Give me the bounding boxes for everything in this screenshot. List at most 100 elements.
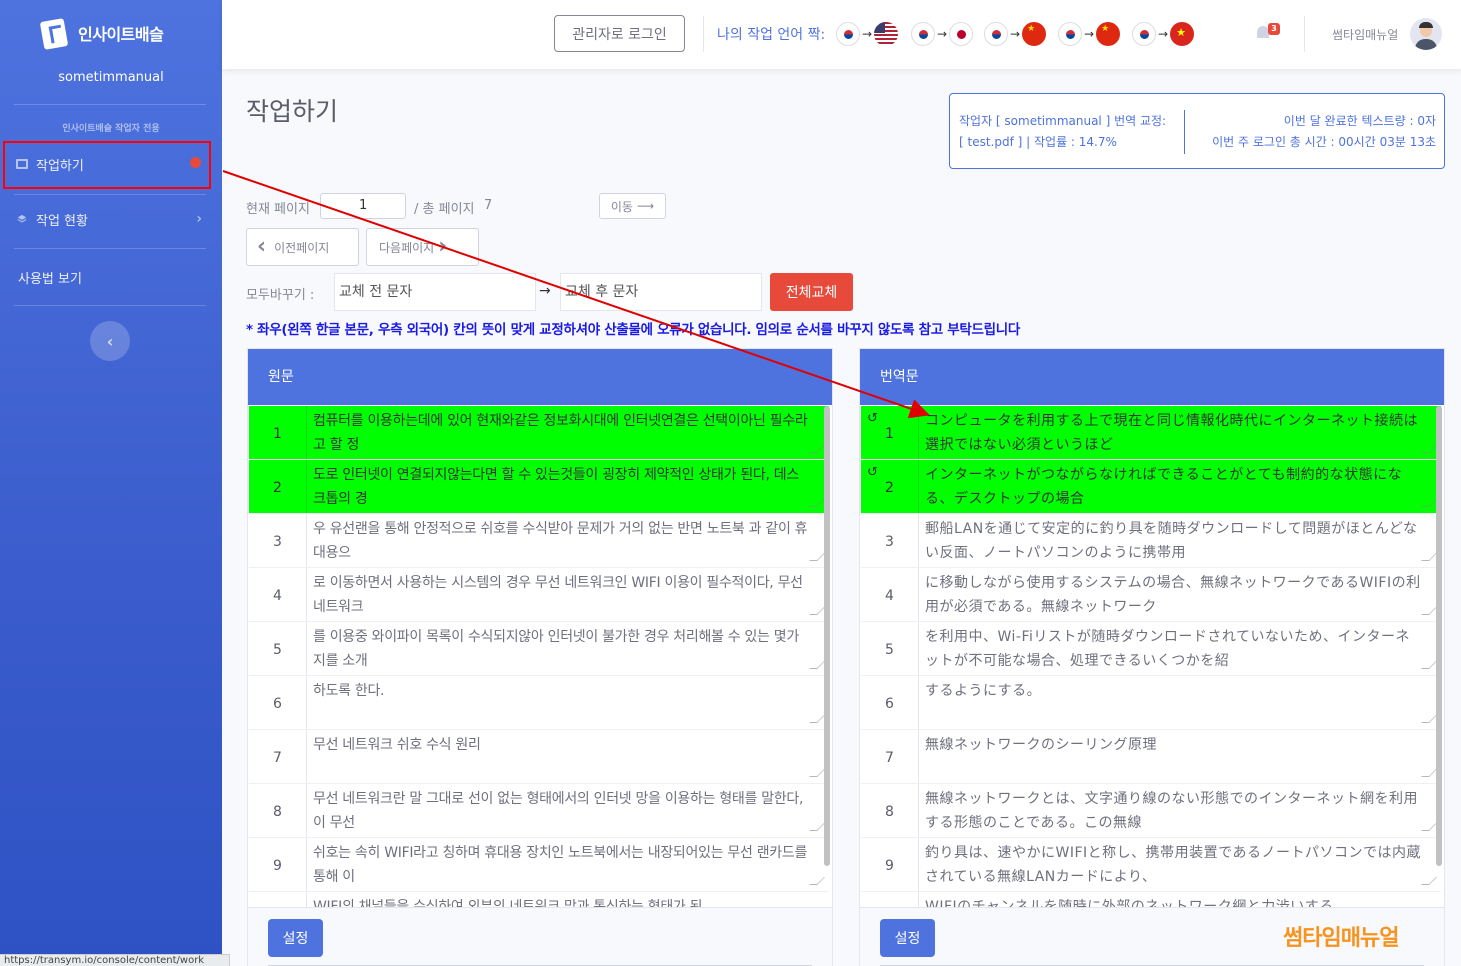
- total-page-label: / 총 페이지: [414, 202, 475, 217]
- history-icon[interactable]: ↺: [867, 411, 878, 426]
- translation-textarea[interactable]: 郵船LANを通じて安定的に釣り具を随時ダウンロードして問題がほとんどない反面、ノ…: [918, 514, 1441, 567]
- avatar[interactable]: [1410, 18, 1442, 50]
- sidebar-toggle-button[interactable]: ‹: [90, 321, 130, 361]
- row-number: 3: [861, 514, 918, 567]
- scrollbar[interactable]: [1436, 406, 1442, 866]
- resize-handle-icon[interactable]: [809, 715, 825, 723]
- replace-all-label: 모두바꾸기 :: [246, 288, 315, 303]
- resize-handle-icon[interactable]: [809, 553, 825, 561]
- source-textarea[interactable]: 하도록 한다.: [306, 676, 829, 729]
- resize-handle-icon[interactable]: [1421, 607, 1437, 615]
- translation-textarea[interactable]: するようにする。: [918, 676, 1441, 729]
- source-card: 원문 1 컴퓨터를 이용하는데에 있어 현재와같은 정보화시대에 인터넷연결은 선…: [247, 348, 833, 966]
- source-textarea[interactable]: 무선 네트워크란 말 그대로 선이 없는 형태에서의 인터넷 망을 이용하는 형…: [306, 784, 829, 837]
- source-textarea[interactable]: 로 이동하면서 사용하는 시스템의 경우 무선 네트워크인 WIFI 이용이 필…: [306, 568, 829, 621]
- resize-handle-icon[interactable]: [809, 445, 825, 453]
- translation-textarea[interactable]: 無線ネットワークとは、文字通り線のない形態でのインターネット網を利用する形態のこ…: [918, 784, 1441, 837]
- move-page-button[interactable]: 이동 ⟶: [599, 193, 666, 219]
- source-settings-button[interactable]: 설정: [268, 919, 323, 957]
- brand[interactable]: 인사이트배슬: [38, 18, 164, 50]
- source-textarea[interactable]: 무선 네트워크 쉬호 수식 원리: [306, 730, 829, 783]
- table-row: 4 に移動しながら使用するシステムの場合、無線ネットワークであるWIFIの利用が必…: [861, 568, 1441, 622]
- resize-handle-icon[interactable]: [809, 823, 825, 831]
- segment-text: 釣り具は、速やかにWIFIと称し、携帯用装置であるノートパソコンでは内蔵されてい…: [925, 845, 1422, 885]
- flag-kr-icon: [836, 22, 860, 46]
- resize-handle-icon[interactable]: [1421, 499, 1437, 507]
- translation-textarea[interactable]: を利用中、Wi-Fiリストが随時ダウンロードされていないため、インターネットが不…: [918, 622, 1441, 675]
- translation-textarea[interactable]: 無線ネットワークのシーリング原理: [918, 730, 1441, 783]
- resize-handle-icon[interactable]: [1421, 445, 1437, 453]
- row-number: 4: [249, 568, 306, 621]
- flag-kr-icon: [911, 22, 935, 46]
- translation-textarea[interactable]: インターネットがつながらなければできることがとても制約的な状態になる、デスクトッ…: [918, 460, 1441, 513]
- row-number-label: 9: [885, 858, 894, 874]
- resize-handle-icon[interactable]: [809, 769, 825, 777]
- row-number: 7: [861, 730, 918, 783]
- notification-badge: 3: [1268, 23, 1280, 35]
- row-number-label: 8: [885, 804, 894, 820]
- resize-handle-icon[interactable]: [809, 499, 825, 507]
- resize-handle-icon[interactable]: [809, 607, 825, 615]
- divider: [14, 194, 206, 195]
- replace-after-input[interactable]: 교체 후 문자: [560, 273, 762, 311]
- translation-textarea[interactable]: コンピュータを利用する上で現在と同じ情報化時代にインターネット接続は選択ではない…: [918, 406, 1441, 459]
- admin-login-button[interactable]: 관리자로 로그인: [554, 15, 685, 52]
- row-number: 5: [861, 622, 918, 675]
- sidebar-item-status[interactable]: 작업 현황 ›: [0, 197, 222, 241]
- resize-handle-icon[interactable]: [809, 877, 825, 885]
- target-settings-button[interactable]: 설정: [880, 919, 935, 957]
- flag-vn-icon: [1170, 22, 1195, 46]
- next-page-button[interactable]: 다음페이지 ›: [366, 228, 479, 266]
- replace-all-button[interactable]: 전체교체: [770, 273, 853, 311]
- page-title: 작업하기: [246, 97, 339, 126]
- source-textarea[interactable]: 쉬호는 속히 WIFI라고 칭하며 휴대용 장치인 노트북에서는 내장되어있는 …: [306, 838, 829, 891]
- segment-text: 도로 인터넷이 연결되지않는다면 할 수 있는것들이 굉장히 제약적인 상태가 …: [313, 467, 799, 507]
- table-row: 1 컴퓨터를 이용하는데에 있어 현재와같은 정보화시대에 인터넷연결은 선택이아…: [249, 406, 829, 460]
- resize-handle-icon[interactable]: [1421, 661, 1437, 669]
- segment-text: WIFI의 채널들을 수식하여 외부의 네트워크 망과 통신하는 형태가 된: [313, 899, 703, 907]
- source-textarea[interactable]: 도로 인터넷이 연결되지않는다면 할 수 있는것들이 굉장히 제약적인 상태가 …: [306, 460, 829, 513]
- table-row: ↺ 2 インターネットがつながらなければできることがとても制約的な状態になる、デスク…: [861, 460, 1441, 514]
- resize-handle-icon[interactable]: [1421, 769, 1437, 777]
- brand-logo-icon: [38, 18, 70, 50]
- table-row: 7 無線ネットワークのシーリング原理: [861, 730, 1441, 784]
- source-textarea[interactable]: WIFI의 채널들을 수식하여 외부의 네트워크 망과 통신하는 형태가 된: [306, 892, 829, 907]
- resize-handle-icon[interactable]: [1421, 877, 1437, 885]
- translation-textarea[interactable]: に移動しながら使用するシステムの場合、無線ネットワークであるWIFIの利用が必須…: [918, 568, 1441, 621]
- flag-kr-icon: [984, 22, 1008, 46]
- brand-name: 인사이트배슬: [78, 25, 164, 44]
- source-textarea[interactable]: 를 이용중 와이파이 목록이 수식되지않아 인터넷이 불가한 경우 처리해볼 수…: [306, 622, 829, 675]
- prev-page-button[interactable]: ‹ 이전페이지: [246, 228, 359, 266]
- resize-handle-icon[interactable]: [809, 661, 825, 669]
- current-page-input[interactable]: 1: [320, 193, 406, 219]
- lang-pair-ko-zh: →: [984, 22, 1047, 46]
- row-number: 9: [861, 838, 918, 891]
- lang-pair-ko-ja: →: [911, 22, 974, 46]
- source-textarea[interactable]: 컴퓨터를 이용하는데에 있어 현재와같은 정보화시대에 인터넷연결은 선택이아닌…: [306, 406, 829, 459]
- replace-before-input[interactable]: 교체 전 문자: [334, 273, 536, 311]
- resize-handle-icon[interactable]: [1421, 553, 1437, 561]
- arrow-right-icon: →: [1158, 27, 1169, 41]
- table-row: 10 WIFIのチャンネルを随時に外部のネットワーク網と力渋いする: [861, 892, 1441, 907]
- translation-textarea[interactable]: WIFIのチャンネルを随時に外部のネットワーク網と力渋いする: [918, 892, 1441, 907]
- segment-text: 無線ネットワークとは、文字通り線のない形態でのインターネット網を利用する形態のこ…: [925, 791, 1418, 831]
- resize-handle-icon[interactable]: [1421, 715, 1437, 723]
- table-row: 9 釣り具は、速やかにWIFIと称し、携帯用装置であるノートパソコンでは内蔵されて…: [861, 838, 1441, 892]
- arrow-right-icon: ⟶: [636, 199, 655, 213]
- history-icon[interactable]: ↺: [867, 465, 878, 480]
- scrollbar[interactable]: [824, 406, 830, 866]
- sidebar-item-manual[interactable]: 사용법 보기: [0, 255, 222, 299]
- table-row: 7 무선 네트워크 쉬호 수식 원리: [249, 730, 829, 784]
- chevron-left-icon: ‹: [257, 234, 267, 259]
- translation-textarea[interactable]: 釣り具は、速やかにWIFIと称し、携帯用装置であるノートパソコンでは内蔵されてい…: [918, 838, 1441, 891]
- topbar: 관리자로 로그인 나의 작업 언어 짝: → → → → → 3 썸타임매뉴얼: [222, 0, 1461, 69]
- work-info-box: 작업자 [ sometimmanual ] 번역 교정: [ test.pdf …: [949, 93, 1445, 169]
- divider: [14, 248, 206, 249]
- layers-icon: [17, 214, 27, 223]
- user-name[interactable]: 썸타임매뉴얼: [1332, 26, 1398, 43]
- flag-us-icon: [874, 22, 899, 46]
- source-textarea[interactable]: 우 유선랜을 통해 안정적으로 쉬호를 수식받아 문제가 거의 없는 반면 노트…: [306, 514, 829, 567]
- resize-handle-icon[interactable]: [1421, 823, 1437, 831]
- row-number: ↺ 2: [861, 460, 918, 513]
- prev-page-label: 이전페이지: [274, 240, 330, 255]
